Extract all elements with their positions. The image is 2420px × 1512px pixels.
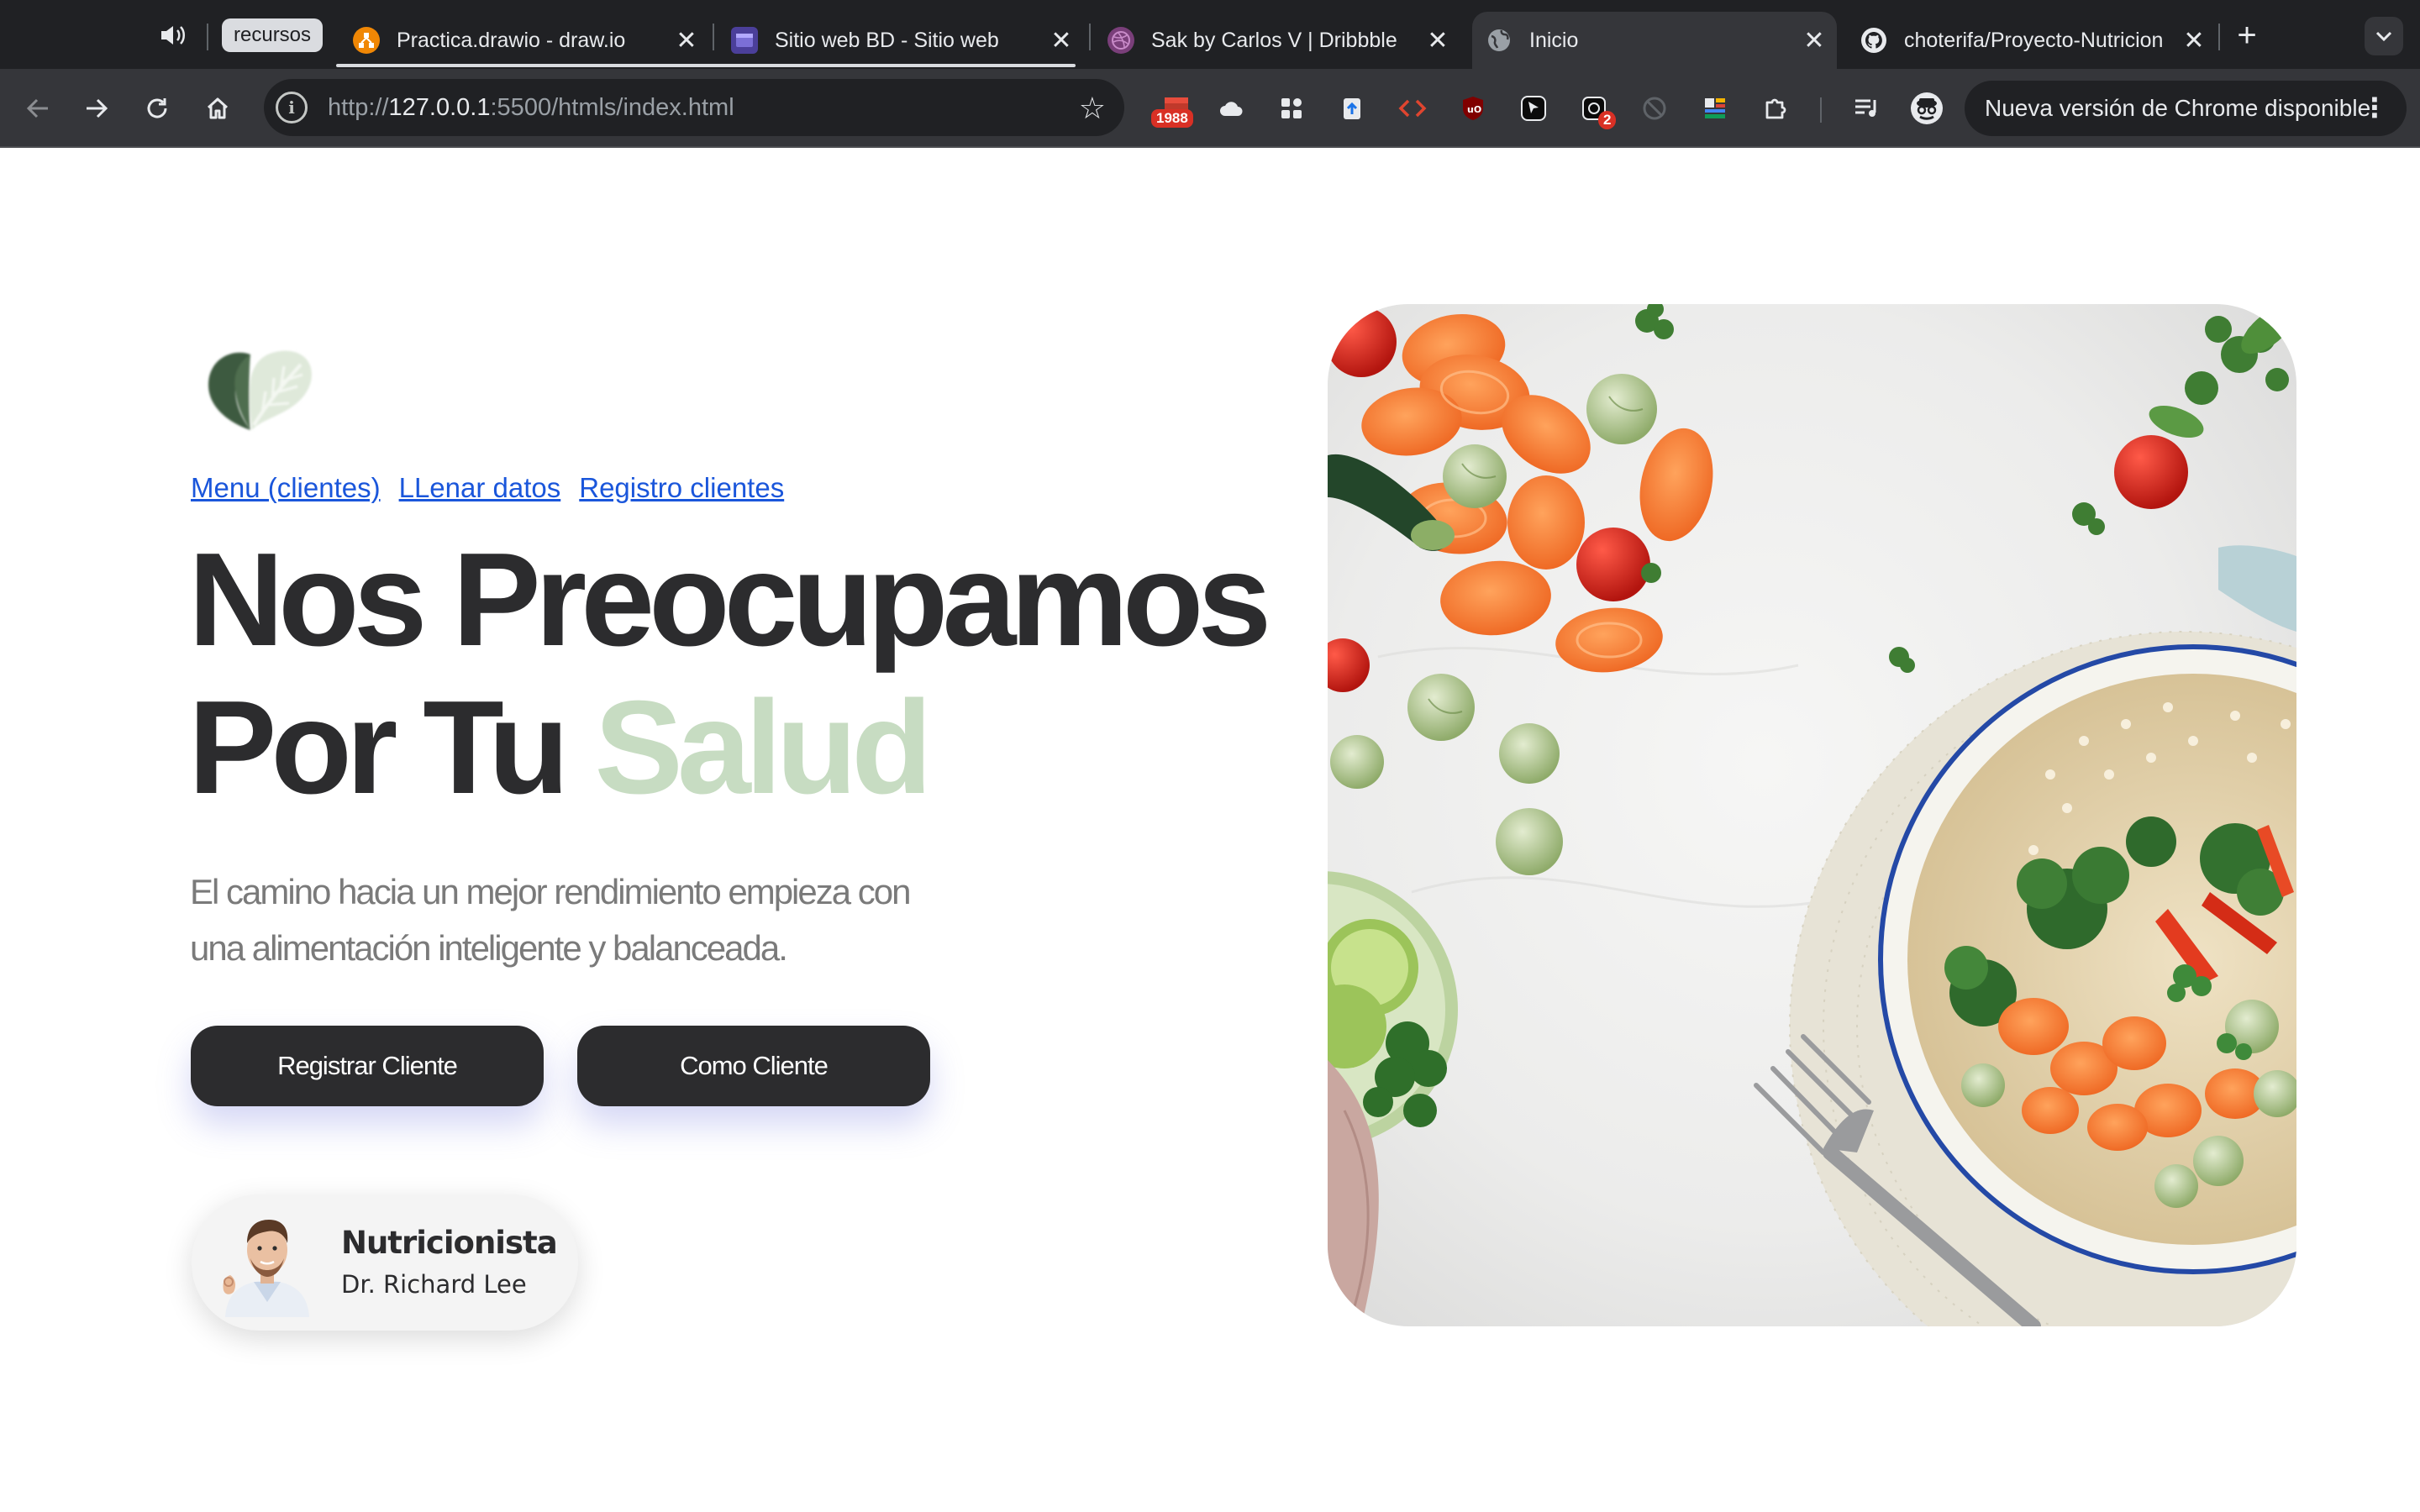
extension-badge: 2	[1598, 111, 1617, 129]
nav-link-menu-clientes[interactable]: Menu (clientes)	[191, 472, 381, 504]
tab-group-chip[interactable]: recursos	[222, 18, 324, 52]
hero-subtitle: El camino hacia un mejor rendimiento emp…	[190, 864, 1030, 976]
tab-separator	[2218, 24, 2220, 50]
new-tab-plus-icon[interactable]: +	[2228, 17, 2265, 54]
card-doctor-name: Dr. Richard Lee	[341, 1270, 527, 1299]
home-icon[interactable]	[198, 89, 237, 128]
card-title: Nutricionista	[341, 1225, 558, 1261]
toolbar-separator	[1820, 97, 1822, 123]
globe-icon	[1486, 27, 1512, 54]
healthy-food-photo	[1328, 304, 2296, 1326]
top-nav-links: Menu (clientes) LLenar datos Registro cl…	[191, 472, 784, 504]
dribbble-icon	[1107, 27, 1134, 54]
hero-subtitle-line1: El camino hacia un mejor rendimiento emp…	[190, 872, 911, 911]
reload-icon[interactable]	[138, 89, 176, 128]
tab-search-chevron-icon[interactable]	[2365, 17, 2403, 55]
leaf-heart-logo	[208, 350, 312, 430]
tab-github[interactable]: choterifa/Proyecto-Nutricion ✕	[1860, 12, 2208, 69]
hero-title: Nos Preocupamos Por Tu Salud	[188, 526, 1271, 822]
hero-title-accent: Salud	[594, 674, 933, 822]
hero-title-line2: Por Tu	[188, 674, 570, 822]
tab-title: choterifa/Proyecto-Nutricion	[1904, 28, 2164, 52]
tab-inicio[interactable]: Inicio ✕	[1472, 12, 1837, 69]
speaker-icon[interactable]	[156, 20, 190, 50]
profile-avatar-icon[interactable]	[1907, 89, 1946, 128]
code-extension-icon[interactable]	[1393, 89, 1432, 128]
extension-badge: 1988	[1151, 109, 1193, 128]
close-icon[interactable]: ✕	[672, 26, 701, 55]
site-info-icon[interactable]: i	[276, 92, 308, 123]
close-icon[interactable]: ✕	[1800, 26, 1828, 55]
disabled-extension-icon[interactable]	[1635, 89, 1674, 128]
as-client-button[interactable]: Como Cliente	[577, 1026, 930, 1106]
register-client-button[interactable]: Registrar Cliente	[191, 1026, 544, 1106]
apps-extension-icon[interactable]	[1272, 89, 1311, 128]
github-icon	[1860, 27, 1887, 54]
tab-title: Inicio	[1529, 28, 1579, 52]
tab-drawio[interactable]: Practica.drawio - draw.io ✕	[353, 12, 701, 69]
tab-separator	[713, 24, 714, 50]
close-icon[interactable]: ✕	[1423, 26, 1452, 55]
url-text[interactable]: http://127.0.0.1:5500/htmls/index.html	[328, 94, 734, 122]
chrome-update-button[interactable]: Nueva versión de Chrome disponible ⋮	[1965, 81, 2407, 136]
site-icon	[731, 27, 758, 54]
upload-extension-icon[interactable]	[1333, 89, 1371, 128]
bookmark-star-icon[interactable]: ☆	[1079, 91, 1106, 126]
forward-arrow-icon[interactable]	[77, 89, 116, 128]
update-button-label: Nueva versión de Chrome disponible	[1985, 95, 2371, 121]
calendar-extension-icon[interactable]: 1988	[1151, 89, 1202, 128]
close-icon[interactable]: ✕	[1047, 26, 1076, 55]
hero-subtitle-line2: una alimentación inteligente y balancead…	[190, 928, 788, 968]
back-arrow-icon[interactable]	[18, 89, 57, 128]
ublock-icon[interactable]: uO	[1454, 89, 1492, 128]
palette-extension-icon[interactable]	[1696, 89, 1734, 128]
tab-separator	[207, 24, 208, 50]
tab-title: Practica.drawio - draw.io	[397, 28, 626, 52]
hero-title-line1: Nos Preocupamos	[188, 526, 1271, 674]
close-icon[interactable]: ✕	[2180, 26, 2208, 55]
svg-text:uO: uO	[1467, 104, 1481, 115]
tab-title: Sitio web BD - Sitio web	[775, 28, 999, 52]
cloud-extension-icon[interactable]	[1212, 89, 1250, 128]
tab-dribbble[interactable]: Sak by Carlos V | Dribbble ✕	[1107, 12, 1452, 69]
more-vert-icon[interactable]: ⋮	[2361, 92, 2388, 123]
browser-toolbar: i http://127.0.0.1:5500/htmls/index.html…	[0, 69, 2420, 148]
address-bar[interactable]: i http://127.0.0.1:5500/htmls/index.html…	[264, 79, 1124, 136]
web-page: Menu (clientes) LLenar datos Registro cl…	[0, 150, 2420, 1512]
cursor-extension-icon[interactable]	[1514, 89, 1553, 128]
tab-strip: recursos Practica.drawio - draw.io ✕ Sit…	[0, 0, 2420, 69]
nav-link-llenar-datos[interactable]: LLenar datos	[399, 472, 561, 504]
nutritionist-card: Nutricionista Dr. Richard Lee	[192, 1194, 578, 1331]
tab-sitio-web[interactable]: Sitio web BD - Sitio web ✕	[731, 12, 1076, 69]
notifications-extension-icon[interactable]: 2	[1575, 89, 1617, 129]
puzzle-extensions-icon[interactable]	[1756, 89, 1795, 128]
tab-title: Sak by Carlos V | Dribbble	[1151, 28, 1397, 52]
tab-separator	[1089, 24, 1091, 50]
doctor-avatar	[223, 1220, 309, 1317]
media-queue-icon[interactable]	[1847, 89, 1886, 128]
nav-link-registro-clientes[interactable]: Registro clientes	[579, 472, 784, 504]
drawio-icon	[353, 27, 380, 54]
